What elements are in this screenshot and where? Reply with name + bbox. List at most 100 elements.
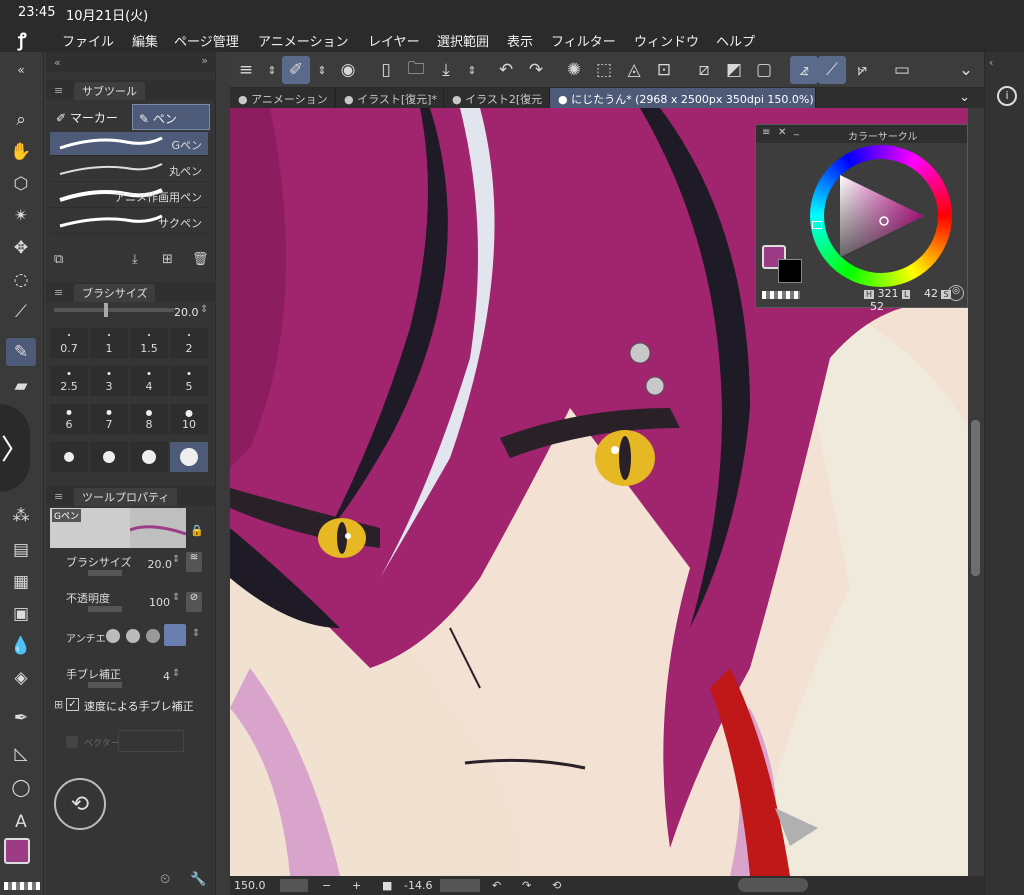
brush-size-preset[interactable]: 7 <box>90 404 128 434</box>
menu-layer[interactable]: レイヤー <box>368 31 420 50</box>
brush-size-preset[interactable]: 2 <box>170 328 208 358</box>
brush-size-preset[interactable]: 8 <box>130 404 168 434</box>
spinner-icon[interactable]: ⇕ <box>308 56 336 84</box>
history-icon[interactable]: ⏲ <box>160 872 170 887</box>
antialias-strong-icon[interactable] <box>164 624 186 646</box>
subtool-tab[interactable]: サブツール <box>74 82 145 100</box>
3d-object-tool-icon[interactable]: ⬡ <box>6 170 36 198</box>
eyedropper-tool-icon[interactable]: ⟋ <box>6 298 36 326</box>
menu-view[interactable]: 表示 <box>507 31 533 50</box>
spinner-icon[interactable]: ⇕ <box>200 304 208 315</box>
decoration-tool-icon[interactable]: ⁂ <box>6 502 36 530</box>
vector-checkbox[interactable] <box>66 736 78 748</box>
fit-icon[interactable]: ■ <box>382 879 392 892</box>
download-icon[interactable]: ⤓ <box>132 252 138 267</box>
brush-size-preset[interactable]: 5 <box>170 366 208 396</box>
canvas-vertical-scrollbar[interactable] <box>968 108 984 876</box>
spinner-icon[interactable]: ⇕ <box>172 554 180 565</box>
stabilization-bar[interactable] <box>88 682 122 688</box>
lasso-tool-icon[interactable]: ◌ <box>6 266 36 294</box>
reset-settings-icon[interactable]: ⟲ <box>54 778 106 830</box>
tool-property-tab[interactable]: ツールプロパティ <box>74 488 178 506</box>
brush-round-pen[interactable]: 丸ペン <box>50 158 208 182</box>
pattern-tool-icon[interactable]: ▦ <box>6 568 36 596</box>
color-space-icon[interactable]: ◎ <box>948 285 964 301</box>
brush-saku-pen[interactable]: サクペン <box>50 210 208 234</box>
text-tool-icon[interactable]: A <box>6 808 36 836</box>
tab-animation[interactable]: ● アニメーション <box>230 88 336 108</box>
tab-illust-restored[interactable]: ● イラスト[復元]* <box>336 88 444 108</box>
zoom-out-icon[interactable]: − <box>322 879 331 892</box>
device-icon[interactable]: ▭ <box>888 56 916 84</box>
horizontal-scroll-thumb[interactable] <box>738 878 808 892</box>
wrench-icon[interactable]: 🔧 <box>190 872 206 887</box>
menu-icon[interactable]: ≡ <box>54 286 63 299</box>
transform-icon[interactable]: ⊡ <box>650 56 678 84</box>
trash-icon[interactable]: 🗑 <box>192 252 209 267</box>
clip-studio-logo-icon[interactable]: ꝭ <box>18 28 40 51</box>
selection-clear-icon[interactable]: ⬚ <box>590 56 618 84</box>
dropdown-chevron-icon[interactable]: ⌄ <box>952 56 980 84</box>
save-icon[interactable]: ⤓ <box>432 56 460 84</box>
zoom-slider[interactable] <box>280 879 308 892</box>
brush-anime-pen[interactable]: アニメ作画用ペン <box>50 184 208 208</box>
antialias-weak-icon[interactable] <box>126 629 140 643</box>
snap-special-ruler-icon[interactable]: ⟋ <box>818 56 846 84</box>
pressure-icon[interactable]: ≋ <box>186 552 202 572</box>
brush-size-preset[interactable] <box>90 442 128 472</box>
brush-size-preset[interactable]: 2.5 <box>50 366 88 396</box>
slider-thumb[interactable] <box>104 303 108 317</box>
brush-size-preset[interactable] <box>170 442 208 472</box>
balloon-tool-icon[interactable]: ◯ <box>6 774 36 802</box>
redo-icon[interactable]: ↷ <box>522 56 550 84</box>
brush-size-preset[interactable] <box>50 442 88 472</box>
menu-help[interactable]: ヘルプ <box>716 31 755 50</box>
snap-ruler-icon[interactable]: ⦨ <box>790 56 818 84</box>
subtool-tab-pen[interactable]: ✎ ペン <box>132 104 210 130</box>
saturation-triangle[interactable] <box>828 163 934 269</box>
fill-tool-icon[interactable]: 💧 <box>6 632 36 660</box>
brush-size-preset[interactable]: 0.7 <box>50 328 88 358</box>
hide-selection-icon[interactable]: ⧄ <box>690 56 718 84</box>
menu-edit[interactable]: 編集 <box>132 31 158 50</box>
menu-selection[interactable]: 選択範囲 <box>437 31 489 50</box>
opacity-pressure-icon[interactable]: ⊘ <box>186 592 202 612</box>
frame-tool-icon[interactable]: ▤ <box>6 536 36 564</box>
loading-icon[interactable]: ✺ <box>560 56 588 84</box>
brush-size-preset[interactable]: 4 <box>130 366 168 396</box>
panel-expand-icon[interactable]: » <box>201 54 208 67</box>
speed-stabilization-checkbox[interactable]: ✓ <box>66 698 79 711</box>
menu-icon[interactable]: ≡ <box>54 84 63 97</box>
menu-filter[interactable]: フィルター <box>551 31 616 50</box>
close-icon[interactable]: ✕ <box>778 127 786 138</box>
brush-size-tab[interactable]: ブラシサイズ <box>74 284 156 302</box>
pen-tool-icon[interactable]: ✎ <box>6 338 36 366</box>
duplicate-icon[interactable]: ⊞ <box>162 252 173 267</box>
brush-size-preset[interactable]: 10 <box>170 404 208 434</box>
rotation-slider[interactable] <box>440 879 480 892</box>
panel-collapse-icon[interactable]: « <box>54 56 61 69</box>
antialias-medium-icon[interactable] <box>146 629 160 643</box>
color-sub-swatch[interactable] <box>778 259 802 283</box>
hand-tool-icon[interactable]: ✋ <box>6 138 36 166</box>
menu-icon[interactable]: ≡ <box>54 490 63 503</box>
spinner-icon[interactable]: ⇕ <box>192 628 200 639</box>
expand-plus-icon[interactable]: ⊞ <box>54 698 63 711</box>
auto-select-tool-icon[interactable]: ✴ <box>6 202 36 230</box>
gradient-tool-icon[interactable]: ▣ <box>6 600 36 628</box>
menu-file[interactable]: ファイル <box>62 31 114 50</box>
panel-collapse-icon[interactable]: ‹ <box>989 56 993 69</box>
rotate-right-icon[interactable]: ↷ <box>522 879 531 892</box>
main-color-swatch[interactable] <box>4 838 30 864</box>
brush-size-slider[interactable] <box>54 303 174 317</box>
open-file-icon[interactable]: 🗀 <box>402 56 430 84</box>
snap-grid-icon[interactable]: ⦬ <box>848 56 876 84</box>
zoom-tool-icon[interactable]: ⌕ <box>6 106 36 134</box>
transparent-color-swatch[interactable] <box>762 291 800 299</box>
opacity-bar[interactable] <box>88 606 122 612</box>
menu-icon[interactable]: ≡ <box>762 127 770 138</box>
scroll-thumb[interactable] <box>971 420 980 576</box>
paint-bucket-icon[interactable]: ◈ <box>6 664 36 692</box>
lock-icon[interactable]: 🔒 <box>190 524 204 537</box>
hue-marker[interactable] <box>812 221 822 229</box>
